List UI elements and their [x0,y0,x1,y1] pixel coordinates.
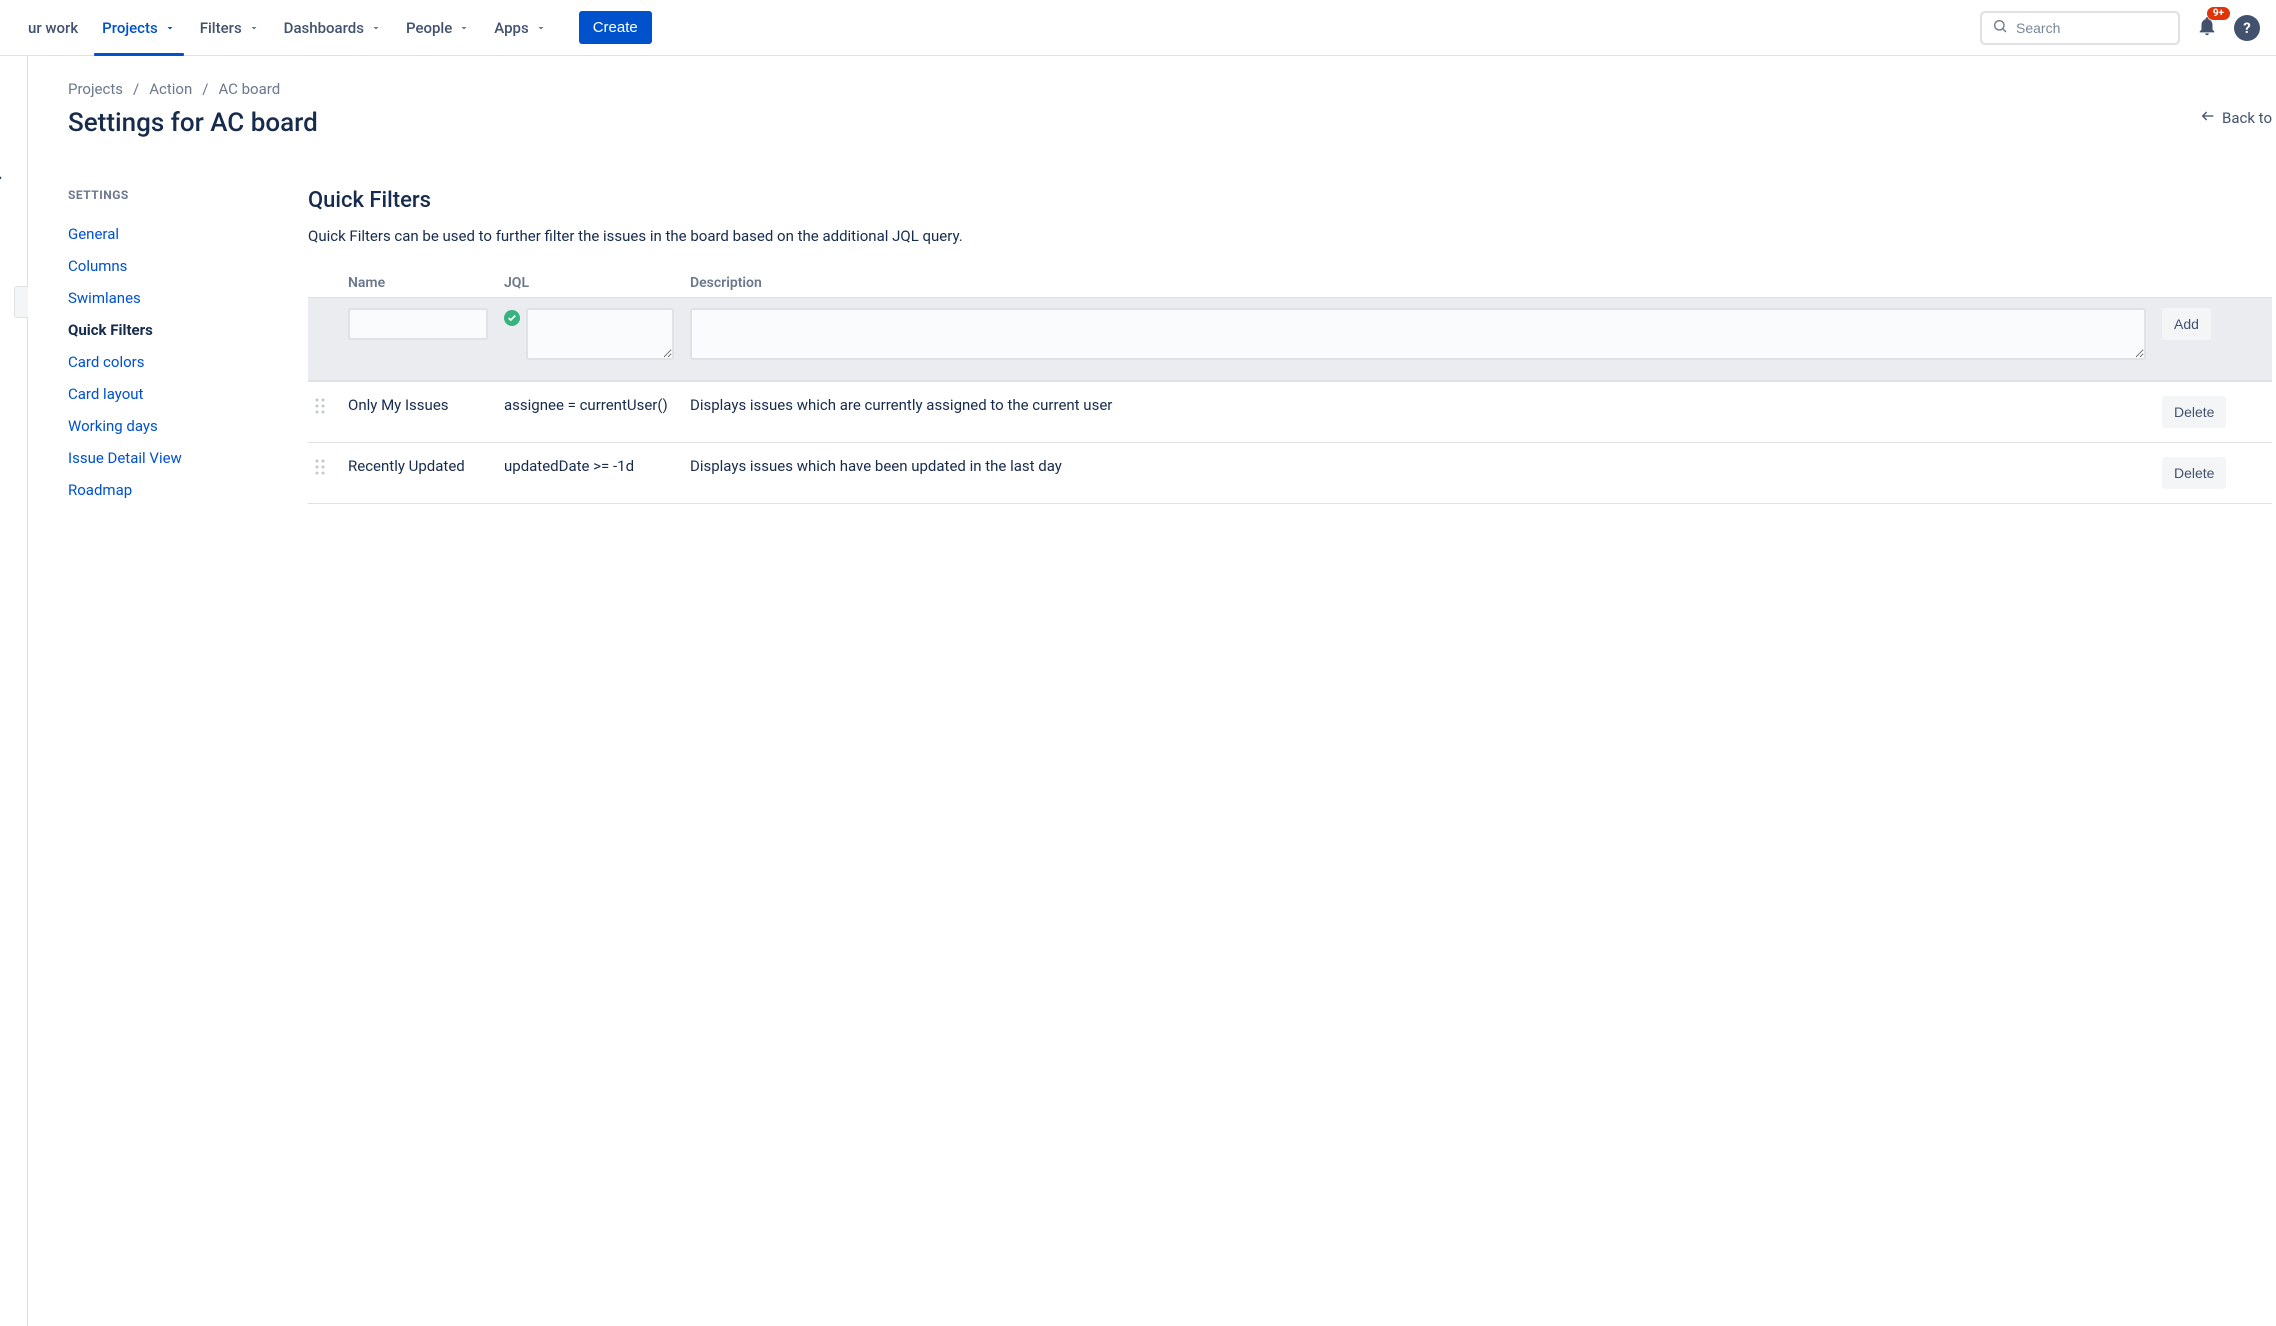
filter-description[interactable]: Displays issues which are currently assi… [690,396,2146,414]
nav-your-work[interactable]: ur work [20,0,86,56]
new-filter-jql-input[interactable] [526,308,674,360]
main: Projects / Action / AC board Settings fo… [28,56,2276,1326]
table-row: Recently Updated updatedDate >= -1d Disp… [308,443,2272,504]
sidebar-collapse-handle[interactable] [14,286,28,318]
settings-item-quick-filters[interactable]: Quick Filters [68,314,292,346]
chevron-down-icon [458,22,470,34]
search-input[interactable] [2016,20,2168,36]
settings-item-columns[interactable]: Columns [68,250,292,282]
nav-people-label: People [406,19,452,37]
settings-item-working-days[interactable]: Working days [68,410,292,442]
quick-filters-panel: Quick Filters Quick Filters can be used … [308,188,2276,506]
add-filter-row: Add [308,297,2272,382]
delete-filter-button[interactable]: Delete [2162,396,2226,428]
breadcrumb-action[interactable]: Action [149,80,192,98]
new-filter-name-input[interactable] [348,308,488,340]
header-row: Projects / Action / AC board Settings fo… [68,80,2276,138]
back-to-board-link[interactable]: Back to [2200,108,2276,128]
top-nav-left: ur work Projects Filters Dashboards Peop… [16,0,1980,56]
help-button[interactable]: ? [2234,15,2260,41]
nav-projects-label: Projects [102,19,158,37]
table-header: Name JQL Description [308,269,2272,297]
filter-name[interactable]: Recently Updated [348,457,488,475]
breadcrumb: Projects / Action / AC board [68,80,318,98]
drag-handle-icon[interactable] [308,457,332,475]
nav-filters-label: Filters [200,19,242,37]
left-rail [0,56,28,1326]
delete-filter-button[interactable]: Delete [2162,457,2226,489]
check-icon [0,172,4,196]
panel-description: Quick Filters can be used to further fil… [308,227,2272,245]
nav-dashboards-label: Dashboards [284,19,364,37]
back-to-board-label: Back to [2222,109,2272,127]
chevron-down-icon [164,22,176,34]
col-jql: JQL [504,275,674,291]
settings-item-issue-detail-view[interactable]: Issue Detail View [68,442,292,474]
add-filter-button[interactable]: Add [2162,308,2211,340]
col-description: Description [690,275,2146,291]
new-filter-description-input[interactable] [690,308,2146,360]
help-icon-label: ? [2243,19,2250,37]
nav-filters[interactable]: Filters [192,0,268,56]
drag-handle-icon[interactable] [308,396,332,414]
arrow-left-icon [2200,108,2216,128]
chevron-down-icon [535,22,547,34]
nav-your-work-label: ur work [28,19,78,37]
valid-jql-icon [504,310,520,326]
settings-item-card-layout[interactable]: Card layout [68,378,292,410]
filter-jql[interactable]: assignee = currentUser() [504,396,674,414]
notification-badge: 9+ [2207,7,2230,20]
header-left: Projects / Action / AC board Settings fo… [68,80,318,138]
nav-apps[interactable]: Apps [486,0,554,56]
filter-jql[interactable]: updatedDate >= -1d [504,457,674,475]
settings-heading: SETTINGS [68,188,292,202]
top-nav-right: 9+ ? [1980,11,2260,45]
layout: Projects / Action / AC board Settings fo… [0,56,2276,1326]
top-nav: ur work Projects Filters Dashboards Peop… [0,0,2276,56]
breadcrumb-board[interactable]: AC board [218,80,280,98]
notifications-button[interactable]: 9+ [2192,13,2222,43]
breadcrumb-sep: / [133,80,139,98]
settings-item-swimlanes[interactable]: Swimlanes [68,282,292,314]
panel-title: Quick Filters [308,188,2272,213]
chevron-down-icon [370,22,382,34]
settings-item-general[interactable]: General [68,218,292,250]
col-name: Name [348,275,488,291]
breadcrumb-projects[interactable]: Projects [68,80,123,98]
chevron-down-icon [248,22,260,34]
nav-apps-label: Apps [494,19,528,37]
nav-projects[interactable]: Projects [94,0,184,56]
search-icon [1992,18,2008,38]
page-title: Settings for AC board [68,108,318,138]
settings-item-roadmap[interactable]: Roadmap [68,474,292,506]
quick-filters-table: Name JQL Description [308,269,2272,504]
content-row: SETTINGS General Columns Swimlanes Quick… [68,188,2276,506]
filter-description[interactable]: Displays issues which have been updated … [690,457,2146,475]
settings-item-card-colors[interactable]: Card colors [68,346,292,378]
filter-name[interactable]: Only My Issues [348,396,488,414]
nav-dashboards[interactable]: Dashboards [276,0,390,56]
breadcrumb-sep: / [202,80,208,98]
settings-nav: SETTINGS General Columns Swimlanes Quick… [68,188,308,506]
table-row: Only My Issues assignee = currentUser() … [308,382,2272,443]
create-button[interactable]: Create [579,11,652,44]
nav-people[interactable]: People [398,0,478,56]
search-box[interactable] [1980,11,2180,45]
